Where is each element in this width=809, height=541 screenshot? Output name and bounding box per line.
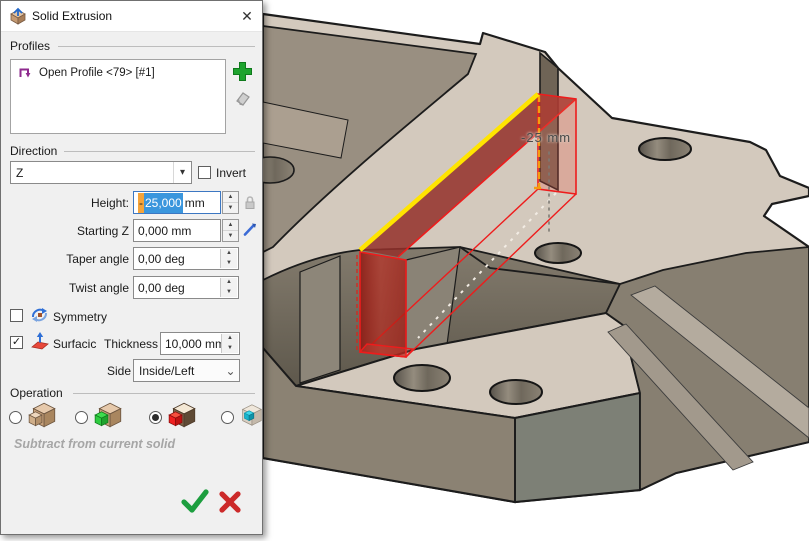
profiles-group-label: Profiles (10, 39, 50, 53)
twist-angle-field[interactable]: 0,00 deg ▲ ▼ (133, 276, 239, 299)
spin-down-icon[interactable]: ▼ (222, 344, 238, 354)
surfacic-checkbox[interactable]: ✓ (10, 336, 23, 349)
bolt-hole (394, 365, 450, 391)
spin-up-icon[interactable]: ▲ (221, 278, 237, 288)
invert-label: Invert (216, 166, 246, 180)
taper-angle-field[interactable]: 0,00 deg ▲ ▼ (133, 247, 239, 270)
lock-icon (243, 195, 257, 211)
taper-angle-label: Taper angle (11, 252, 129, 266)
thickness-field[interactable]: 10,000 mm ▲ ▼ (160, 332, 240, 355)
step-wall-face (300, 256, 340, 383)
direction-group-label: Direction (10, 144, 57, 158)
confirm-icon (184, 492, 206, 510)
close-button[interactable]: ✕ (234, 4, 260, 28)
profiles-list[interactable]: Open Profile <79> [#1] (10, 59, 226, 134)
bolt-hole (535, 243, 581, 263)
solid-extrusion-dialog: Solid Extrusion ✕ Profiles Open Profile … (0, 0, 263, 535)
pick-point-icon[interactable] (243, 222, 257, 236)
bolt-hole (490, 380, 542, 404)
direction-value: Z (11, 166, 173, 180)
height-number: 25,000 (144, 193, 183, 213)
group-divider (58, 46, 255, 47)
bolt-hole (639, 138, 691, 160)
surfacic-icon (30, 331, 50, 351)
side-combobox[interactable]: Inside/Left ⌄ (133, 359, 240, 382)
cancel-button[interactable] (218, 490, 242, 514)
group-divider (73, 393, 255, 394)
confirm-button[interactable] (181, 488, 209, 514)
remove-profile-button[interactable] (232, 88, 253, 109)
height-spinner[interactable]: ▲ ▼ (222, 191, 239, 214)
twist-angle-spinner[interactable]: ▲ ▼ (220, 278, 237, 297)
starting-z-field[interactable]: 0,000 mm (133, 219, 221, 242)
twist-angle-label: Twist angle (11, 281, 129, 295)
taper-angle-value: 0,00 deg (138, 252, 185, 266)
symmetry-icon (30, 305, 49, 324)
spin-up-icon[interactable]: ▲ (223, 220, 238, 231)
taper-angle-spinner[interactable]: ▲ ▼ (220, 249, 237, 268)
solid-extrusion-icon (9, 7, 27, 25)
plus-icon (231, 60, 254, 83)
eraser-icon (233, 89, 252, 108)
thickness-value: 10,000 mm (165, 337, 225, 351)
checkmark-icon: ✓ (12, 336, 21, 348)
intersect-with-solid-icon (237, 401, 265, 429)
add-to-solid-icon (93, 401, 125, 429)
dimension-label: -25 mm (521, 130, 571, 145)
spin-down-icon[interactable]: ▼ (223, 203, 238, 213)
add-profile-button[interactable] (230, 59, 255, 84)
operation-radio-add[interactable] (75, 411, 88, 424)
thickness-label: Thickness (104, 337, 158, 351)
spin-down-icon[interactable]: ▼ (223, 231, 238, 241)
spin-up-icon[interactable]: ▲ (222, 334, 238, 344)
surfacic-label: Surfacic (53, 337, 96, 351)
operation-radio-intersect[interactable] (221, 411, 234, 424)
combo-arrow-icon[interactable]: ▾ (173, 162, 191, 183)
group-divider (64, 151, 255, 152)
starting-z-label: Starting Z (21, 224, 129, 238)
starting-z-spinner[interactable]: ▲ ▼ (222, 219, 239, 242)
spin-down-icon[interactable]: ▼ (221, 259, 237, 269)
open-profile-icon (17, 65, 32, 80)
spin-down-icon[interactable]: ▼ (221, 288, 237, 298)
dialog-titlebar[interactable]: Solid Extrusion ✕ (1, 1, 262, 32)
thickness-spinner[interactable]: ▲ ▼ (221, 334, 238, 353)
spin-up-icon[interactable]: ▲ (223, 192, 238, 203)
height-field[interactable]: -25,000mm (133, 191, 221, 214)
operation-radio-new-solid[interactable] (9, 411, 22, 424)
close-icon: ✕ (241, 8, 253, 24)
list-item[interactable]: Open Profile <79> [#1] (11, 60, 225, 85)
twist-angle-value: 0,00 deg (138, 281, 185, 295)
spin-up-icon[interactable]: ▲ (221, 249, 237, 259)
operation-description: Subtract from current solid (14, 437, 175, 451)
invert-checkbox[interactable] (198, 166, 211, 179)
side-value: Inside/Left (134, 364, 222, 378)
operation-group-label: Operation (10, 386, 63, 400)
new-solid-icon (27, 401, 59, 429)
symmetry-label: Symmetry (53, 310, 107, 324)
side-label: Side (107, 364, 131, 378)
height-label: Height: (41, 196, 129, 210)
profile-item-label: Open Profile <79> [#1] (39, 67, 155, 79)
starting-z-value: 0,000 mm (138, 224, 191, 238)
operation-radio-subtract[interactable] (149, 411, 162, 424)
direction-combobox[interactable]: Z ▾ (10, 161, 192, 184)
chevron-down-icon[interactable]: ⌄ (222, 360, 239, 381)
cancel-icon (222, 494, 238, 510)
subtract-from-solid-icon (167, 401, 199, 429)
dialog-title: Solid Extrusion (32, 9, 112, 23)
height-unit: mm (183, 196, 205, 210)
symmetry-checkbox[interactable] (10, 309, 23, 322)
